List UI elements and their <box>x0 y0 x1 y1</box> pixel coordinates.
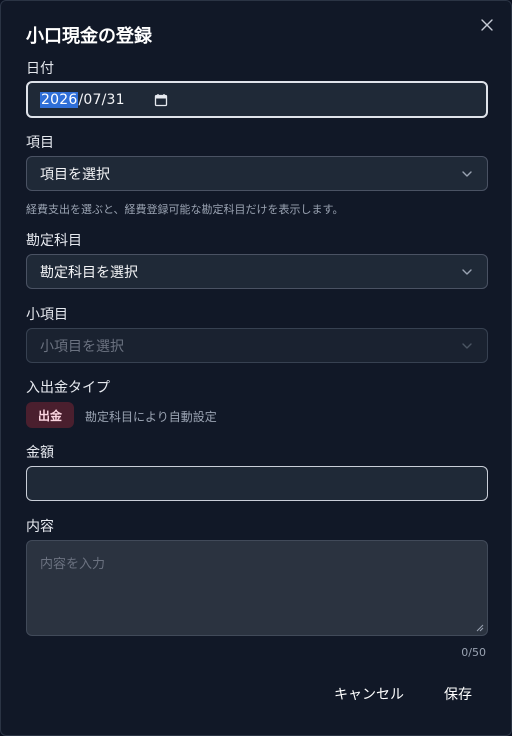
content-char-counter: 0/50 <box>461 646 486 659</box>
account-select-value: 勘定科目を選択 <box>40 264 138 281</box>
transaction-type-badge: 出金 <box>26 402 75 428</box>
amount-label: 金額 <box>26 445 54 461</box>
chevron-down-icon <box>462 170 472 177</box>
content-textarea[interactable]: 内容を入力 <box>26 540 488 636</box>
transaction-type-note: 勘定科目により自動設定 <box>85 410 217 424</box>
account-select[interactable]: 勘定科目を選択 <box>26 254 488 289</box>
save-button[interactable]: 保存 <box>444 681 472 707</box>
transaction-type-label: 入出金タイプ <box>26 380 110 396</box>
resize-handle-icon[interactable] <box>476 624 484 632</box>
date-input[interactable]: 2026/07/31 <box>26 81 488 118</box>
dialog-title: 小口現金の登録 <box>26 26 152 47</box>
item-select-value: 項目を選択 <box>40 166 110 183</box>
date-year-segment[interactable]: 2026 <box>40 91 79 108</box>
calendar-icon[interactable] <box>154 93 168 107</box>
account-label: 勘定科目 <box>26 233 82 249</box>
amount-input[interactable] <box>26 466 488 501</box>
item-label: 項目 <box>26 135 54 151</box>
subitem-select[interactable]: 小項目を選択 <box>26 328 488 363</box>
close-icon <box>481 19 493 31</box>
chevron-down-icon <box>462 342 472 349</box>
chevron-down-icon <box>462 268 472 275</box>
date-value: 2026/07/31 <box>40 91 125 108</box>
subitem-select-value: 小項目を選択 <box>40 338 124 355</box>
close-button[interactable] <box>477 15 497 35</box>
content-label: 内容 <box>26 519 54 535</box>
date-month-day-segment[interactable]: /07/31 <box>78 92 124 108</box>
subitem-label: 小項目 <box>26 307 68 323</box>
petty-cash-dialog: 小口現金の登録 日付 2026/07/31 項目 項目を選択 経費支出を選ぶと、… <box>0 0 512 736</box>
item-select[interactable]: 項目を選択 <box>26 156 488 191</box>
cancel-button[interactable]: キャンセル <box>334 681 404 707</box>
item-help-text: 経費支出を選ぶと、経費登録可能な勘定科目だけを表示します。 <box>26 203 344 216</box>
date-label: 日付 <box>26 61 54 77</box>
content-placeholder: 内容を入力 <box>40 557 106 572</box>
